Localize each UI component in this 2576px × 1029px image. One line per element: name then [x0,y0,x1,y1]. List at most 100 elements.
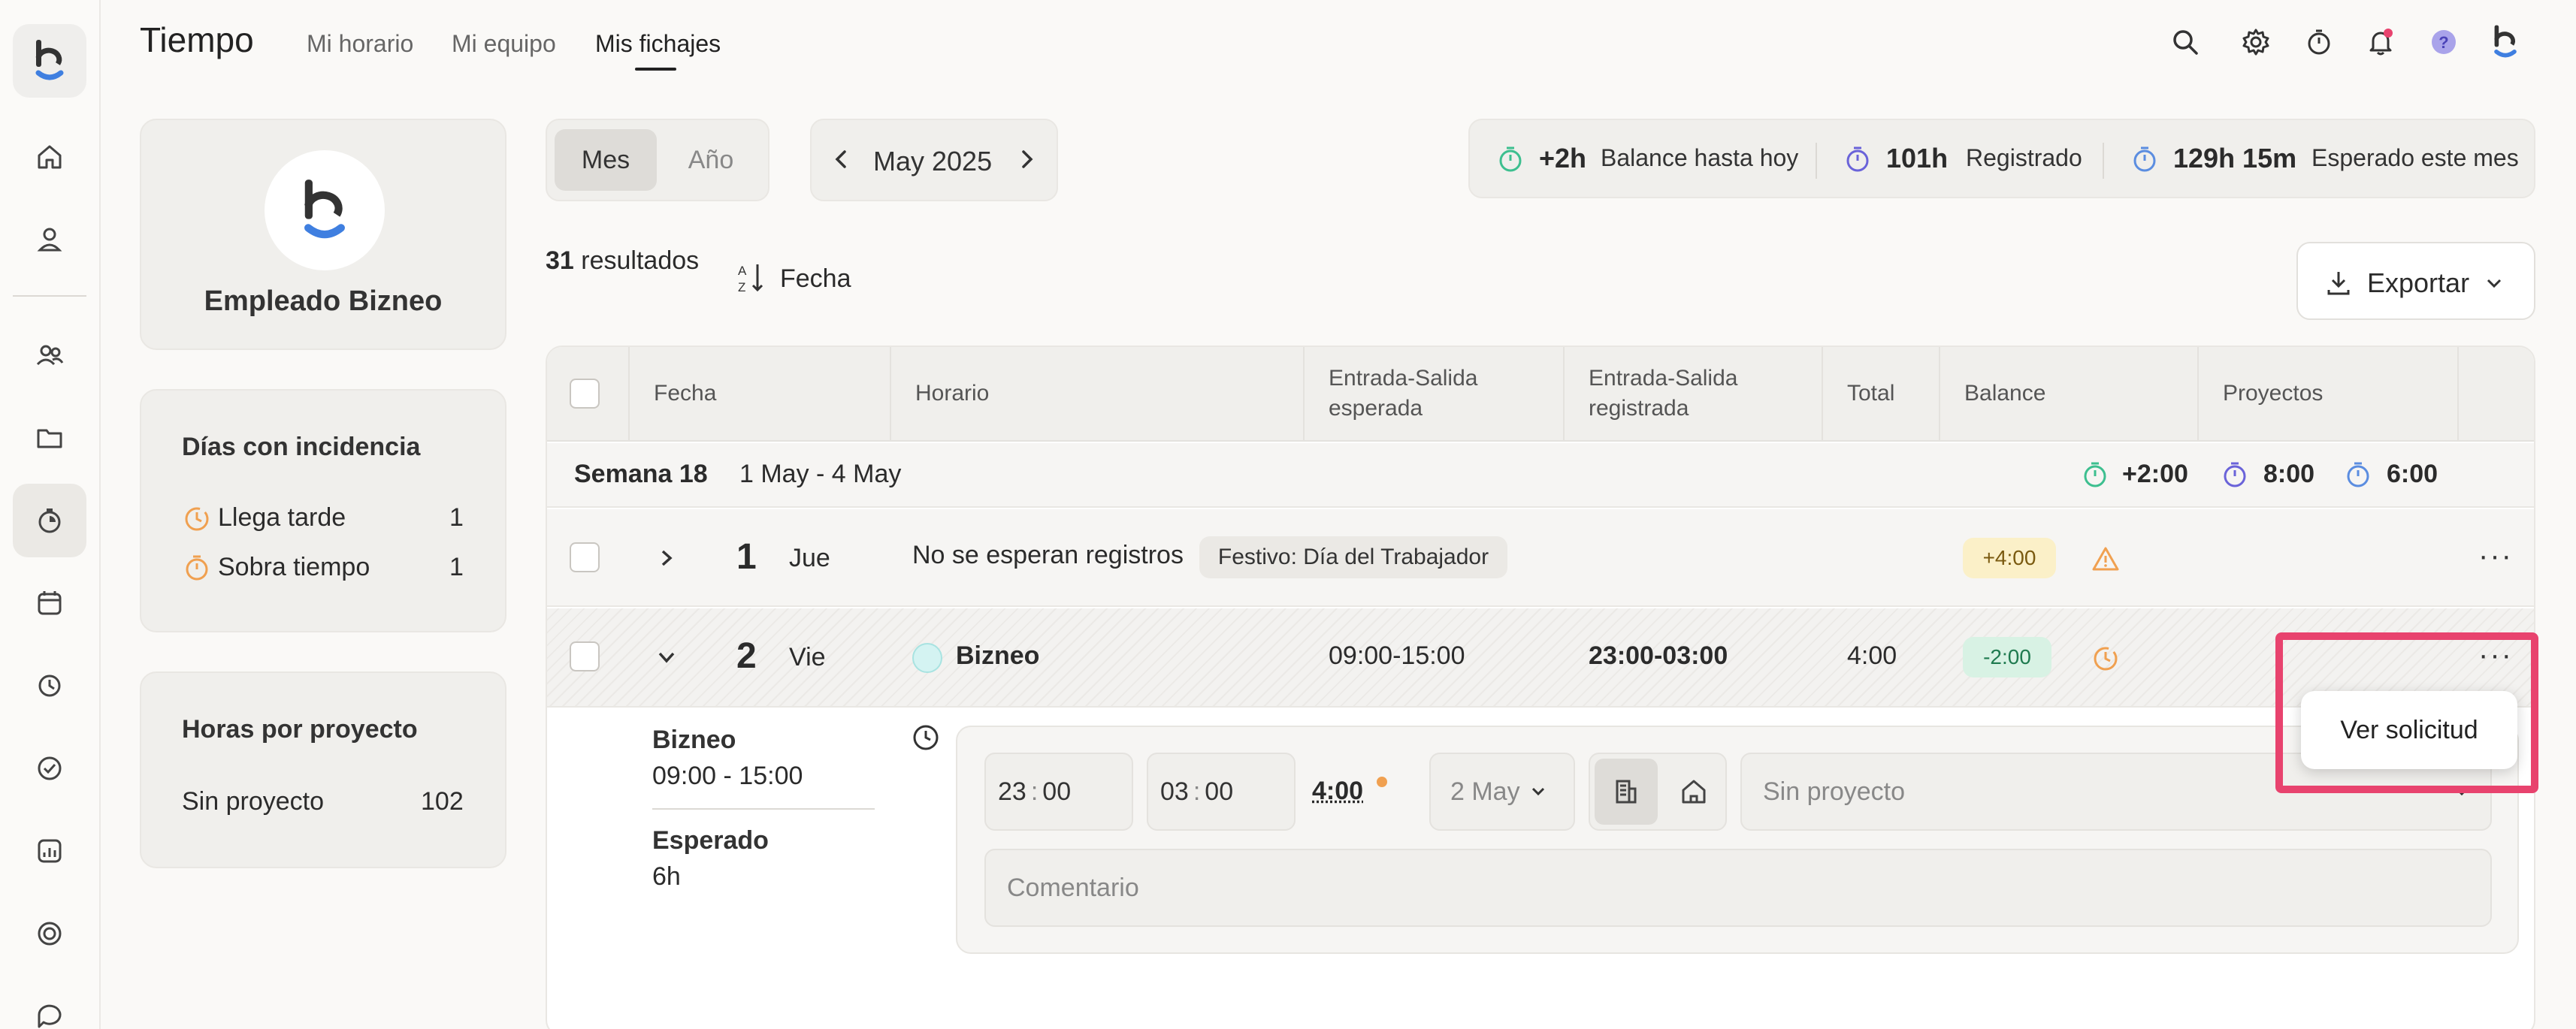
download-icon [2325,267,2352,297]
next-month-chevron-icon[interactable] [1016,144,1039,174]
row-checkbox[interactable] [570,542,600,572]
stat-divider [2103,143,2104,179]
search-icon[interactable] [2164,21,2206,63]
active-tab-indicator [635,68,676,71]
settings-gear-icon[interactable] [2235,21,2277,63]
rail-divider [13,295,86,297]
home-office-icon[interactable] [1662,759,1725,825]
week-range: 1 May - 4 May [739,460,901,489]
calendar-icon[interactable] [13,566,86,640]
incident-label: Llega tarde [218,503,346,533]
results-count: 31 resultados [546,246,699,276]
balance-badge: +4:00 [1963,538,2056,578]
row-expected: 09:00-15:00 [1329,641,1465,671]
detail-expected-value: 6h [652,862,681,892]
week-label: Semana 18 [574,460,708,489]
stats-summary: +2h Balance hasta hoy 101h Registrado 12… [1468,119,2535,198]
chevron-right-icon[interactable] [655,545,678,571]
warning-icon [2091,544,2121,574]
help-icon[interactable]: ? [2423,21,2465,63]
sort-label[interactable]: Fecha [780,264,851,294]
late-clock-icon [182,503,212,533]
col-total[interactable]: Total [1847,379,1894,409]
user-icon[interactable] [13,203,86,276]
projects-card: Horas por proyecto Sin proyecto 102 [140,671,506,868]
stat-label: Registrado [1966,144,2082,172]
project-name: Sin proyecto [182,787,324,816]
period-navigator: May 2025 [810,119,1058,201]
sort-icon[interactable]: AZ [738,261,765,294]
col-balance[interactable]: Balance [1964,379,2045,409]
row-checkbox[interactable] [570,641,600,671]
chevron-down-icon [2483,272,2505,294]
view-option-month[interactable]: Mes [555,129,657,191]
svg-text:A: A [738,264,747,278]
row-weekday: Vie [789,643,826,672]
incident-count: 1 [449,503,464,533]
projects-title: Horas por proyecto [182,715,418,744]
tab-mis-fichajes[interactable]: Mis fichajes [595,30,721,58]
tab-mi-horario[interactable]: Mi horario [307,30,413,58]
entry-time-input[interactable]: 23:00 [984,753,1133,831]
table-header: Fecha Horario Entrada-Salida esperada Ent… [547,347,2534,442]
detail-divider [652,808,875,810]
bizneo-logo-icon [32,38,68,83]
detail-expected-label: Esperado [652,826,769,855]
week-balance-icon [2080,460,2110,490]
chat-icon[interactable] [13,979,86,1029]
notifications-bell-icon[interactable] [2360,21,2402,63]
row-more-options-icon[interactable]: ··· [2478,539,2513,573]
week-balance: +2:00 [2122,460,2188,489]
stat-value: +2h [1539,143,1586,174]
expected-icon [2130,144,2160,174]
incident-label: Sobra tiempo [218,553,370,582]
check-circle-icon[interactable] [13,732,86,805]
row-weekday: Jue [789,544,830,573]
team-icon[interactable] [13,318,86,392]
left-rail [0,0,101,1029]
week-expected: 6:00 [2387,460,2438,489]
detail-schedule-hours: 09:00 - 15:00 [652,762,803,791]
incidents-card: Días con incidencia Llega tarde 1 Sobra … [140,389,506,632]
stat-label: Esperado este mes [2311,144,2519,172]
svg-text:?: ? [2438,33,2448,52]
holiday-badge: Festivo: Día del Trabajador [1199,536,1507,578]
folder-icon[interactable] [13,401,86,475]
col-horario[interactable]: Horario [915,379,989,409]
tab-mi-equipo[interactable]: Mi equipo [452,30,556,58]
balance-icon [1495,144,1525,174]
table-row-expanded[interactable]: 2 Vie Bizneo 09:00-15:00 23:00-03:00 4:0… [547,608,2534,708]
home-icon[interactable] [13,120,86,194]
schedule-icon[interactable] [13,649,86,723]
export-button[interactable]: Exportar [2296,242,2535,320]
office-icon[interactable] [1595,759,1658,825]
time-tracking-icon[interactable] [13,484,86,557]
app-logo[interactable] [13,24,86,98]
row-registered: 23:00-03:00 [1589,641,1728,671]
analytics-icon[interactable] [13,814,86,888]
table-row[interactable]: 1 Jue No se esperan registros Festivo: D… [547,509,2534,607]
col-fecha[interactable]: Fecha [654,379,716,409]
schedule-color-dot [912,643,942,673]
week-registered-icon [2220,460,2250,490]
week-registered: 8:00 [2263,460,2314,489]
target-icon[interactable] [13,897,86,970]
comment-input[interactable]: Comentario [984,849,2492,927]
prev-month-chevron-icon[interactable] [830,144,852,174]
col-proyectos[interactable]: Proyectos [2223,379,2323,409]
highlight-box [2275,632,2538,793]
col-esperada[interactable]: Entrada-Salida esperada [1329,364,1477,424]
select-all-checkbox[interactable] [570,379,600,409]
chevron-down-icon[interactable] [654,646,679,668]
col-registrada[interactable]: Entrada-Salida registrada [1589,364,1737,424]
stopwatch-icon[interactable] [2298,21,2340,63]
week-expected-icon [2343,460,2373,490]
user-avatar[interactable] [2484,21,2526,63]
row-day: 2 [736,635,757,677]
entry-date-select[interactable]: 2 May [1429,753,1575,831]
work-location-toggle [1589,753,1727,831]
balance-badge: -2:00 [1963,637,2051,677]
view-option-year[interactable]: Año [660,129,762,191]
exit-time-input[interactable]: 03:00 [1147,753,1296,831]
row-day: 1 [736,536,757,578]
